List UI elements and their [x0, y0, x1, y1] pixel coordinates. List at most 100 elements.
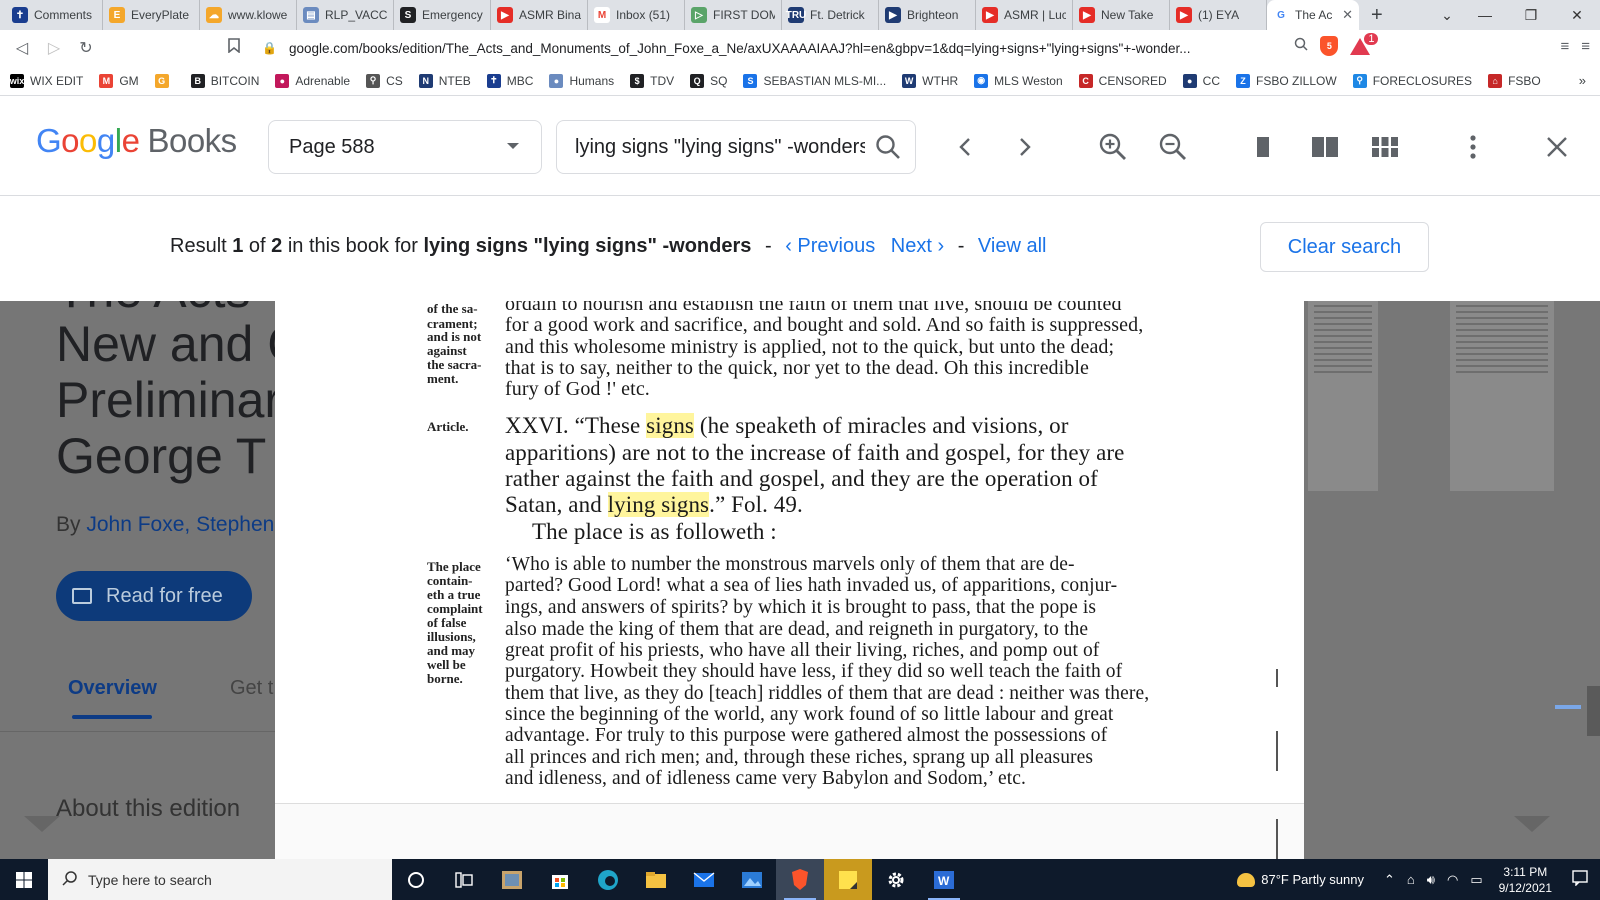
tab-get[interactable]: Get t — [230, 677, 273, 700]
more-options-icon[interactable] — [1458, 132, 1488, 162]
media-control-icon[interactable]: ≡ — [1560, 38, 1569, 55]
browser-tab[interactable]: M Inbox (51) — [588, 0, 685, 30]
brave-rewards-icon[interactable] — [1350, 37, 1371, 55]
more-bookmarks-icon[interactable]: » — [1579, 73, 1586, 88]
bookmark-item[interactable]: ⚲ FORECLOSURES — [1352, 73, 1472, 88]
bookmark-item[interactable]: C CENSORED — [1078, 73, 1167, 88]
bookmark-item[interactable]: $ TDV — [630, 73, 674, 88]
close-tab-icon[interactable]: ✕ — [1342, 7, 1353, 23]
zoom-in-icon[interactable] — [1098, 132, 1128, 162]
browser-tab[interactable]: ▶ ASMR Bina — [491, 0, 588, 30]
browser-tab[interactable]: ▷ FIRST DOM — [685, 0, 782, 30]
zoom-icon[interactable] — [1294, 37, 1308, 55]
book-page-viewer[interactable]: ordain to nourish and establish the fait… — [275, 301, 1304, 859]
browser-tab[interactable]: ▤ RLP_VACC — [297, 0, 394, 30]
bookmark-item[interactable]: ✝ MBC — [486, 73, 533, 88]
clock[interactable]: 3:11 PM 9/12/2021 — [1499, 864, 1552, 896]
view-all-link[interactable]: View all — [978, 235, 1047, 257]
next-page-icon[interactable] — [1010, 132, 1040, 162]
brave-browser-icon[interactable] — [776, 859, 824, 900]
clear-search-button[interactable]: Clear search — [1260, 222, 1429, 272]
bookmark-label: Humans — [569, 73, 615, 88]
new-tab-button[interactable]: + — [1371, 4, 1391, 27]
bookmark-item[interactable]: W WTHR — [902, 73, 958, 88]
browser-tab[interactable]: TRU Ft. Detrick — [782, 0, 879, 30]
browser-tab-active[interactable]: G The Ac ✕ — [1267, 0, 1359, 30]
bookmark-item[interactable]: ⌂ FSBO — [1488, 73, 1541, 88]
browser-tab[interactable]: ▶ Brighteon — [879, 0, 976, 30]
search-icon[interactable] — [875, 134, 901, 166]
store-icon[interactable] — [536, 859, 584, 900]
browser-tab[interactable]: E EveryPlate — [103, 0, 200, 30]
google-books-logo[interactable]: Google Books — [36, 122, 237, 160]
reload-button[interactable]: ↻ — [70, 38, 102, 58]
task-view-icon[interactable] — [440, 859, 488, 900]
two-page-view-icon[interactable] — [1310, 132, 1340, 162]
browser-tab[interactable]: ✝ Comments — [6, 0, 103, 30]
close-window-button[interactable]: ✕ — [1554, 7, 1600, 24]
chevron-up-icon[interactable]: ⌃ — [1384, 872, 1395, 888]
mail-icon[interactable] — [680, 859, 728, 900]
bookmark-item[interactable]: ● CC — [1182, 73, 1220, 88]
previous-result-link[interactable]: ‹ Previous — [785, 235, 875, 257]
browser-tab[interactable]: ☁ www.klowe — [200, 0, 297, 30]
tab-search-icon[interactable]: ⌄ — [1432, 7, 1462, 24]
menu-icon[interactable]: ≡ — [1581, 38, 1590, 55]
file-app-icon[interactable] — [488, 859, 536, 900]
wifi-icon[interactable]: ◠ — [1447, 872, 1458, 888]
margin-note-line: well be — [427, 657, 466, 672]
bookmark-icon[interactable] — [228, 38, 240, 57]
grid-view-icon[interactable] — [1370, 132, 1400, 162]
start-button[interactable] — [0, 859, 48, 900]
page-select[interactable]: Page 588 — [268, 120, 542, 174]
cortana-icon[interactable] — [392, 859, 440, 900]
back-button[interactable]: ◁ — [6, 38, 38, 58]
forward-button[interactable]: ▷ — [38, 38, 70, 58]
bookmark-item[interactable]: wix WIX EDIT — [10, 73, 83, 88]
bookmark-item[interactable]: Q SQ — [690, 73, 727, 88]
url-bar[interactable]: 🔒 google.com/books/edition/The_Acts_and_… — [262, 35, 1262, 61]
weather-widget[interactable]: 87°F Partly sunny — [1237, 872, 1364, 887]
tab-overview[interactable]: Overview — [68, 677, 157, 700]
bookmark-item[interactable]: B BITCOIN — [190, 73, 259, 88]
restore-button[interactable]: ❐ — [1508, 7, 1554, 24]
bookmark-item[interactable]: G — [154, 73, 175, 88]
single-page-view-icon[interactable] — [1248, 132, 1278, 162]
browser-tab[interactable]: ▶ New Take — [1073, 0, 1170, 30]
taskbar-search-box[interactable]: Type here to search — [48, 859, 392, 900]
brave-shield-icon[interactable]: 5 — [1320, 36, 1339, 56]
bookmark-item[interactable]: ● Humans — [549, 73, 615, 88]
edge-icon[interactable] — [584, 859, 632, 900]
volume-icon[interactable]: 🔊︎ — [1427, 872, 1435, 888]
notifications-icon[interactable] — [1572, 870, 1588, 889]
previous-page-icon[interactable] — [950, 132, 980, 162]
authors-link[interactable]: John Foxe, Stephen — [86, 513, 274, 536]
bookmark-item[interactable]: ◉ MLS Weston — [974, 73, 1063, 88]
bookmark-item[interactable]: M GM — [99, 73, 139, 88]
settings-gear-icon[interactable] — [872, 859, 920, 900]
search-in-book-field[interactable] — [556, 120, 916, 174]
word-app-icon[interactable]: W — [920, 859, 968, 900]
file-explorer-icon[interactable] — [632, 859, 680, 900]
bookmark-item[interactable]: N NTEB — [418, 73, 471, 88]
photos-icon[interactable] — [728, 859, 776, 900]
browser-tab[interactable]: ▶ ASMR | Luc — [976, 0, 1073, 30]
page-select-value: Page 588 — [289, 135, 375, 158]
bookmark-item[interactable]: ● Adrenable — [275, 73, 350, 88]
minimize-button[interactable]: — — [1462, 7, 1508, 23]
sticky-notes-icon[interactable] — [824, 859, 872, 900]
zoom-out-icon[interactable] — [1158, 132, 1188, 162]
network-icon[interactable]: ⌂ — [1407, 872, 1415, 887]
browser-tab[interactable]: ▶ (1) EYA — [1170, 0, 1267, 30]
bookmark-item[interactable]: ⚲ CS — [366, 73, 403, 88]
bookmark-item[interactable]: Z FSBO ZILLOW — [1236, 73, 1337, 88]
bookmark-item[interactable]: S SEBASTIAN MLS-MI... — [743, 73, 886, 88]
next-result-link[interactable]: Next › — [891, 235, 944, 257]
battery-icon[interactable]: ▭ — [1470, 872, 1482, 888]
book-title-line: New and C — [56, 316, 304, 372]
scrollbar-thumb[interactable] — [1587, 686, 1600, 736]
search-input[interactable] — [575, 135, 865, 159]
browser-tab[interactable]: S Emergency — [394, 0, 491, 30]
read-for-free-button[interactable]: Read for free — [56, 571, 252, 621]
close-reader-icon[interactable] — [1542, 132, 1572, 162]
